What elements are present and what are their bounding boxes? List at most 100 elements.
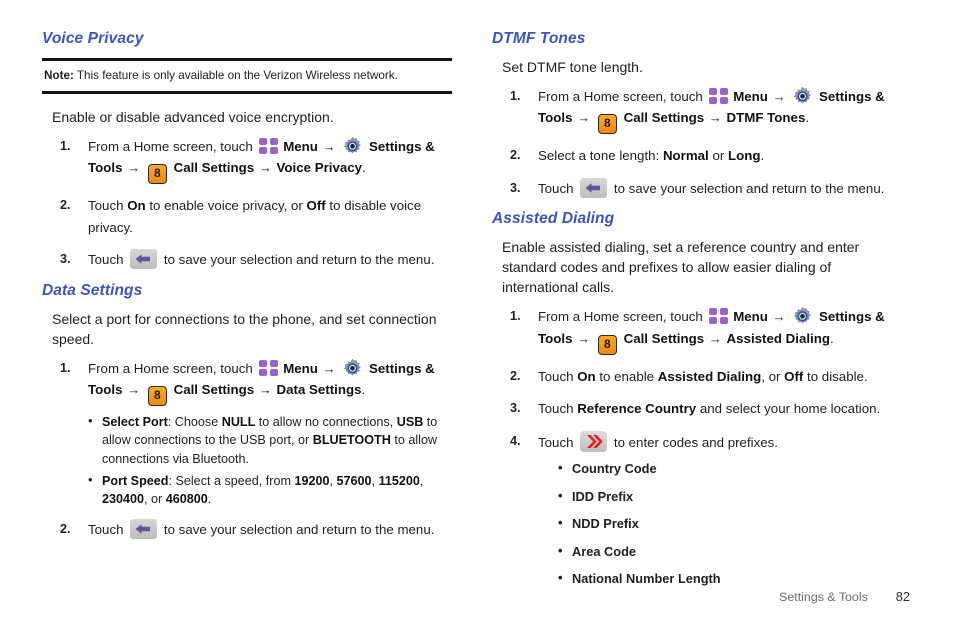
assisted-dialing-intro: Enable assisted dialing, set a reference… [502, 239, 860, 296]
call-settings-key-icon[interactable]: 8 [147, 386, 167, 407]
bullet-value: 19200 [294, 473, 330, 488]
back-arrow-icon[interactable] [130, 249, 158, 270]
menu-grid-icon[interactable] [708, 87, 728, 105]
back-arrow-icon[interactable] [130, 519, 158, 540]
voice-privacy-intro: Enable or disable advanced voice encrypt… [52, 108, 334, 125]
arrow-icon: → [772, 88, 786, 104]
step-item: 1. From a Home screen, touch Menu → Setti… [42, 358, 452, 509]
gear-settings-icon[interactable] [792, 86, 813, 107]
back-arrow-icon[interactable] [580, 177, 608, 198]
step-text: to save your selection and return to the… [160, 252, 435, 268]
step-text: to save your selection and return to the… [160, 522, 435, 538]
step-number: 4. [510, 433, 521, 448]
step-text: and select your home location. [696, 401, 881, 417]
step-item: 3. Touch to save your selection and retur… [492, 177, 902, 200]
step-number: 2. [510, 148, 521, 163]
assisted-dialing-field-list: Country Code IDD Prefix NDD Prefix Area … [558, 459, 902, 589]
manual-page: Voice Privacy Note: This feature is only… [0, 0, 954, 636]
step-item: 4. Touch to enter codes and prefixes. Cou… [492, 430, 902, 589]
step-number: 3. [510, 180, 521, 195]
step-item: 1. From a Home screen, touch Menu → Setti… [492, 306, 902, 355]
gear-settings-icon[interactable] [342, 358, 363, 379]
data-settings-steps: 1. From a Home screen, touch Menu → Setti… [42, 358, 452, 541]
bullet-text: , [329, 473, 337, 488]
data-settings-bullets: Select Port: Choose NULL to allow no con… [88, 412, 452, 509]
list-item: Area Code [558, 542, 902, 562]
target-label: Data Settings [276, 382, 362, 398]
menu-label: Menu [733, 309, 768, 325]
bullet-value: 230400 [102, 492, 145, 507]
step-number: 1. [60, 138, 71, 153]
section-heading-voice-privacy: Voice Privacy [42, 30, 144, 47]
bullet-value: NULL [221, 415, 256, 430]
step-text: Touch [538, 434, 578, 450]
page-number: 82 [895, 589, 910, 604]
bullet-value: USB [396, 415, 424, 430]
arrow-icon: → [127, 382, 141, 398]
step-text: , or [761, 368, 785, 384]
step-text: Select a tone length: [538, 148, 663, 164]
step-item: 2. Select a tone length: Normal or Long. [492, 145, 902, 167]
step-text: or [708, 148, 728, 164]
call-settings-key-icon[interactable]: 8 [597, 114, 617, 135]
feature-name: Assisted Dialing [657, 368, 762, 384]
step-text: to enter codes and prefixes. [610, 434, 778, 450]
bullet-text: , [419, 473, 424, 488]
note-label: Note: [44, 69, 74, 82]
step-text: From a Home screen, touch [88, 360, 253, 376]
option-off: Off [784, 368, 804, 384]
list-item: Select Port: Choose NULL to allow no con… [88, 412, 452, 468]
menu-grid-icon[interactable] [258, 137, 278, 155]
arrow-icon: → [708, 110, 722, 126]
target-label: Assisted Dialing [726, 330, 830, 346]
data-settings-intro: Select a port for connections to the pho… [52, 310, 437, 347]
bullet-value: 460800 [165, 492, 208, 507]
step-number: 2. [60, 522, 71, 537]
call-settings-key-icon[interactable]: 8 [147, 164, 167, 185]
step-text: From a Home screen, touch [538, 309, 703, 325]
call-settings-label: Call Settings [173, 382, 255, 398]
bullet-text: : [167, 415, 175, 430]
list-item: Port Speed: Select a speed, from 19200, … [88, 471, 452, 509]
call-settings-key-icon[interactable]: 8 [597, 334, 617, 355]
list-item: Country Code [558, 459, 902, 479]
arrow-icon: → [708, 330, 722, 346]
option-off: Off [306, 198, 326, 214]
page-footer: Settings & Tools 82 [779, 589, 910, 604]
double-chevron-right-icon[interactable] [580, 430, 608, 452]
arrow-icon: → [258, 160, 272, 176]
option-on: On [127, 198, 146, 214]
gear-settings-icon[interactable] [792, 306, 813, 327]
target-label: Voice Privacy [276, 160, 363, 176]
step-item: 1. From a Home screen, touch Menu → Setti… [42, 136, 452, 185]
step-text: From a Home screen, touch [88, 138, 253, 154]
step-number: 3. [510, 401, 521, 416]
bullet-term: Port Speed [102, 473, 169, 488]
step-number: 3. [60, 252, 71, 267]
step-item: 2. Touch On to enable Assisted Dialing, o… [492, 366, 902, 388]
call-settings-label: Call Settings [173, 160, 255, 176]
step-number: 2. [60, 198, 71, 213]
tone-normal: Normal [662, 148, 709, 164]
arrow-icon: → [577, 330, 591, 346]
bullet-value: BLUETOOTH [312, 433, 391, 448]
list-item: National Number Length [558, 569, 902, 589]
menu-label: Menu [283, 138, 318, 154]
arrow-icon: → [322, 360, 336, 376]
list-item: IDD Prefix [558, 487, 902, 507]
step-text: Touch [88, 522, 128, 538]
step-text: Touch [88, 198, 128, 214]
call-settings-label: Call Settings [623, 110, 705, 126]
bullet-value: 57600 [336, 473, 372, 488]
period: . [830, 330, 834, 346]
step-number: 1. [510, 88, 521, 103]
period: . [361, 382, 366, 398]
bullet-text: Select a speed, from [175, 473, 295, 488]
menu-grid-icon[interactable] [258, 359, 278, 377]
menu-grid-icon[interactable] [708, 308, 728, 325]
gear-settings-icon[interactable] [342, 136, 363, 157]
step-text: to enable voice privacy, or [145, 198, 307, 214]
step-text: to disable. [803, 368, 868, 384]
step-item: 3. Touch to save your selection and retur… [42, 249, 452, 271]
bullet-text: , or [144, 492, 166, 507]
